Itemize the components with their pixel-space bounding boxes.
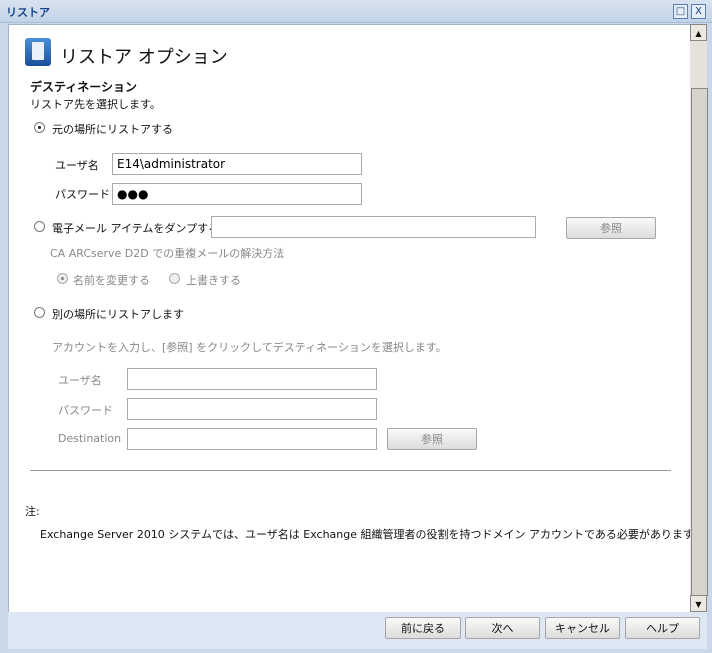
radio-dump-email-label: 電子メール アイテムをダンプする bbox=[52, 222, 220, 235]
conflict-label: CA ARCserve D2D での重複メールの解決方法 bbox=[50, 247, 285, 260]
cancel-button[interactable]: キャンセル bbox=[545, 617, 620, 639]
title-bar bbox=[0, 0, 712, 23]
destination-browse-button[interactable]: 参照 bbox=[387, 428, 477, 450]
alt-username-input[interactable] bbox=[127, 368, 377, 390]
scroll-down-icon[interactable]: ▼ bbox=[690, 595, 707, 612]
radio-overwrite-label: 上書きする bbox=[186, 274, 241, 287]
username-label: ユーザ名 bbox=[55, 159, 99, 172]
username-input[interactable] bbox=[112, 153, 362, 175]
radio-overwrite[interactable] bbox=[169, 273, 180, 284]
section-title: デスティネーション bbox=[30, 80, 138, 94]
maximize-icon[interactable]: □ bbox=[673, 4, 688, 19]
dump-browse-button[interactable]: 参照 bbox=[566, 217, 656, 239]
section-description: リストア先を選択します。 bbox=[30, 98, 161, 111]
destination-input[interactable] bbox=[127, 428, 377, 450]
alternate-instruction: アカウントを入力し、[参照] をクリックしてデスティネーションを選択します。 bbox=[52, 341, 447, 354]
back-button[interactable]: 前に戻る bbox=[385, 617, 461, 639]
scroll-up-icon[interactable]: ▲ bbox=[690, 24, 707, 41]
help-button[interactable]: ヘルプ bbox=[625, 617, 700, 639]
radio-restore-alternate[interactable] bbox=[34, 307, 45, 318]
radio-dump-email[interactable] bbox=[34, 221, 45, 232]
dump-path-input[interactable] bbox=[211, 216, 536, 238]
close-icon[interactable]: X bbox=[691, 4, 706, 19]
radio-rename[interactable] bbox=[57, 273, 68, 284]
destination-label: Destination bbox=[58, 432, 122, 445]
password-label: パスワード bbox=[55, 188, 110, 201]
alt-password-label: パスワード bbox=[58, 404, 113, 417]
window-title: リストア bbox=[6, 6, 50, 19]
scrollbar-thumb[interactable] bbox=[691, 88, 708, 596]
password-input[interactable] bbox=[112, 183, 362, 205]
radio-restore-original[interactable] bbox=[34, 122, 45, 133]
divider bbox=[30, 470, 671, 471]
radio-rename-label: 名前を変更する bbox=[73, 274, 150, 287]
note-text: Exchange Server 2010 システムでは、ユーザ名は Exchan… bbox=[40, 528, 704, 541]
alt-username-label: ユーザ名 bbox=[58, 374, 102, 387]
page-title: リストア オプション bbox=[60, 47, 228, 68]
next-button[interactable]: 次へ bbox=[465, 617, 540, 639]
restore-document-icon bbox=[25, 38, 51, 66]
note-label: 注: bbox=[25, 505, 40, 518]
radio-restore-original-label: 元の場所にリストアする bbox=[52, 123, 173, 136]
alt-password-input[interactable] bbox=[127, 398, 377, 420]
radio-restore-alternate-label: 別の場所にリストアします bbox=[52, 308, 184, 321]
